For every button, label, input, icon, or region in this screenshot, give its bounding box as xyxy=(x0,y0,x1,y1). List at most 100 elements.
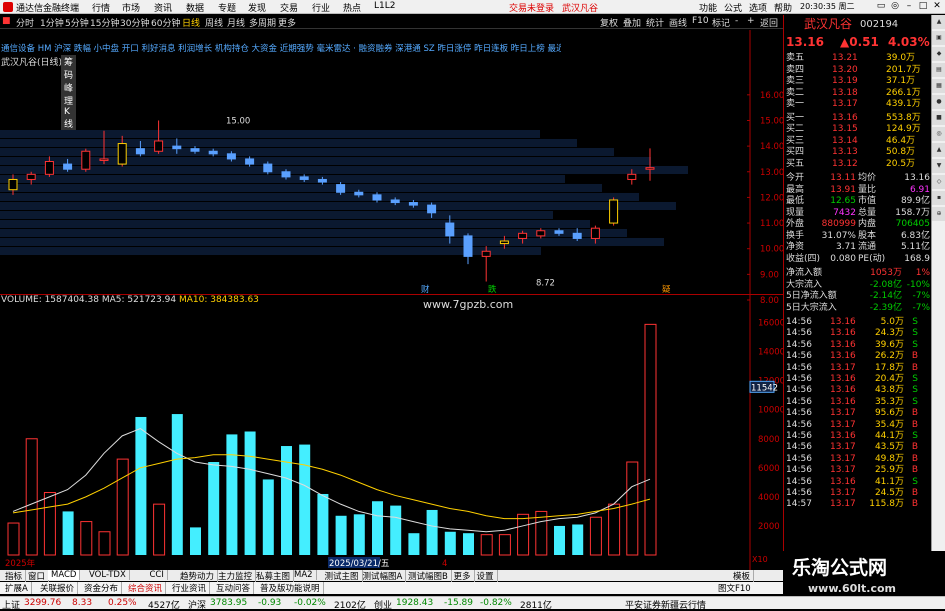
tick-row[interactable]: 14:56 13.17 25.9万 B xyxy=(784,465,932,477)
info-tab[interactable]: 扩展A xyxy=(2,582,32,594)
indicator-tab[interactable]: 设置 xyxy=(474,570,498,582)
info-tab[interactable]: 行业资讯 xyxy=(169,582,211,594)
indicator-tab[interactable]: 私募主图 xyxy=(253,570,295,582)
tick-row[interactable]: 14:56 13.16 39.6万 S xyxy=(784,340,932,352)
restore-icon[interactable]: ▭ xyxy=(874,0,888,13)
overlay-button[interactable]: 叠加 xyxy=(623,16,641,29)
menu-item-market[interactable]: 市场 xyxy=(122,1,140,14)
menu-item-discover[interactable]: 发现 xyxy=(248,1,266,14)
period-9[interactable]: 月线 xyxy=(227,16,245,29)
quote-panel: 武汉凡谷 002194 13.16 ▲0.51 4.03% 卖五 13.21 39.… xyxy=(783,15,931,597)
info-tab[interactable]: 关联报价 xyxy=(37,582,79,594)
period-6[interactable]: 60分钟 xyxy=(151,16,180,29)
f10-button[interactable]: F10 xyxy=(692,16,709,26)
menu-item-options[interactable]: 选项 xyxy=(749,1,767,14)
info-tab[interactable]: 综合资讯 xyxy=(125,582,167,594)
sidebar-tool-icon[interactable]: ▪ xyxy=(932,191,945,205)
indicator-tab[interactable]: 测试主图 xyxy=(322,570,363,582)
stock-link[interactable]: 武汉凡谷 xyxy=(562,1,598,14)
info-tab[interactable]: 资金分布 xyxy=(81,582,123,594)
stats-button[interactable]: 统计 xyxy=(646,16,664,29)
indicator-tab[interactable]: 指标 xyxy=(2,570,27,582)
indicator-tab[interactable]: CCI xyxy=(147,570,168,580)
flow-pct: -10% xyxy=(906,279,930,290)
info-tab[interactable]: 互动问答 xyxy=(213,582,255,594)
indicator-tab[interactable]: VOL-TDX xyxy=(86,570,130,580)
sidebar-tool-icon[interactable]: ▲ xyxy=(932,143,945,157)
sidebar-tool-icon[interactable]: ◎ xyxy=(932,127,945,141)
ticker-source: 平安证券新疆云行情 xyxy=(625,601,707,611)
zoom-out-button[interactable]: - xyxy=(735,16,738,26)
indicator-tab[interactable]: 更多 xyxy=(451,570,475,582)
tick-row[interactable]: 14:56 13.16 44.1万 S xyxy=(784,431,932,443)
login-status[interactable]: 交易未登录 xyxy=(509,1,554,14)
indicator-tab[interactable]: MA2 xyxy=(291,570,317,580)
menu-item-l1l2[interactable]: L1L2 xyxy=(374,1,395,11)
menu-item-function[interactable]: 功能 xyxy=(699,1,717,14)
minimize-icon[interactable]: – xyxy=(902,0,916,13)
period-3[interactable]: 5分钟 xyxy=(65,16,89,29)
tick-row[interactable]: 14:56 13.17 95.6万 B xyxy=(784,408,932,420)
tick-row[interactable]: 14:56 13.16 26.2万 B xyxy=(784,351,932,363)
tick-row[interactable]: 14:56 13.17 17.8万 B xyxy=(784,363,932,375)
tick-row[interactable]: 14:56 13.17 35.4万 B xyxy=(784,420,932,432)
menu-item-hotspot[interactable]: 热点 xyxy=(343,1,361,14)
tick-row[interactable]: 14:56 13.16 24.3万 S xyxy=(784,328,932,340)
indicator-tab[interactable]: MACD xyxy=(48,570,81,580)
indicator-tab[interactable]: 趋势动力 xyxy=(177,570,219,582)
indicator-tab[interactable]: 窗口 xyxy=(25,570,50,582)
sidebar-tool-icon[interactable]: ◇ xyxy=(932,175,945,189)
period-1[interactable]: 分时 xyxy=(16,16,34,29)
tick-row[interactable]: 14:56 13.16 43.8万 S xyxy=(784,385,932,397)
candle-body xyxy=(572,232,582,239)
sidebar-tool-icon[interactable]: ▲ xyxy=(932,15,945,29)
tick-row[interactable]: 14:56 13.17 43.5万 B xyxy=(784,442,932,454)
draw-button[interactable]: 画线 xyxy=(669,16,687,29)
period-10[interactable]: 多周期 xyxy=(249,16,276,29)
f10-tab[interactable]: 图文F10 xyxy=(718,582,751,594)
menu-item-trade[interactable]: 交易 xyxy=(280,1,298,14)
sidebar-tool-icon[interactable]: ■ xyxy=(932,111,945,125)
settings-icon[interactable]: ◎ xyxy=(888,0,902,13)
period-more[interactable]: 更多 xyxy=(278,16,296,29)
period-8[interactable]: 周线 xyxy=(205,16,223,29)
tick-row[interactable]: 14:56 13.16 5.0万 S xyxy=(784,317,932,329)
tick-row[interactable]: 14:56 13.16 41.1万 S xyxy=(784,477,932,489)
restore-rights-button[interactable]: 复权 xyxy=(600,16,618,29)
tick-row[interactable]: 14:56 13.17 49.8万 B xyxy=(784,454,932,466)
menu-item-topics[interactable]: 专题 xyxy=(218,1,236,14)
sidebar-tool-icon[interactable]: ◆ xyxy=(932,47,945,61)
period-5[interactable]: 30分钟 xyxy=(120,16,149,29)
ask-row: 卖三 13.19 37.1万 xyxy=(784,76,932,88)
period-4[interactable]: 15分钟 xyxy=(90,16,119,29)
period-2[interactable]: 1分钟 xyxy=(40,16,64,29)
mark-button[interactable]: 标记 xyxy=(712,16,730,29)
sidebar-tool-icon[interactable]: ▣ xyxy=(932,31,945,45)
sidebar-tool-icon[interactable]: ● xyxy=(932,95,945,109)
menu-item-news[interactable]: 资讯 xyxy=(154,1,172,14)
sidebar-tool-icon[interactable]: ▤ xyxy=(932,63,945,77)
indicator-tab[interactable]: 测试幅图B xyxy=(405,570,452,582)
menu-item-formula[interactable]: 公式 xyxy=(724,1,742,14)
close-icon[interactable]: ✕ xyxy=(930,0,944,13)
back-button[interactable]: 返回 xyxy=(760,16,778,29)
info-tab[interactable]: 普及版功能说明 xyxy=(257,582,324,594)
template-tab[interactable]: 模板 xyxy=(730,570,755,582)
indicator-tab[interactable]: 测试幅图A xyxy=(360,570,407,582)
tick-row[interactable]: 14:56 13.16 20.4万 S xyxy=(784,374,932,386)
sidebar-tool-icon[interactable]: ▼ xyxy=(932,159,945,173)
sidebar-tool-icon[interactable]: ▦ xyxy=(932,79,945,93)
sidebar-tool-icon[interactable]: ⊕ xyxy=(932,207,945,221)
period-7[interactable]: 日线 xyxy=(182,16,200,29)
tick-row[interactable]: 14:57 13.17 115.8万 B xyxy=(784,499,932,511)
tick-row[interactable]: 14:56 13.17 24.5万 B xyxy=(784,488,932,500)
maximize-icon[interactable]: □ xyxy=(916,0,930,13)
menu-item-data[interactable]: 数据 xyxy=(186,1,204,14)
menu-item-help[interactable]: 帮助 xyxy=(774,1,792,14)
tick-row[interactable]: 14:56 13.16 35.3万 S xyxy=(784,397,932,409)
indicator-tab[interactable]: 主力监控 xyxy=(215,570,257,582)
menu-item-industry[interactable]: 行业 xyxy=(312,1,330,14)
menu-item-quotes[interactable]: 行情 xyxy=(92,1,110,14)
candle-body xyxy=(190,148,200,152)
zoom-in-button[interactable]: + xyxy=(747,16,755,26)
